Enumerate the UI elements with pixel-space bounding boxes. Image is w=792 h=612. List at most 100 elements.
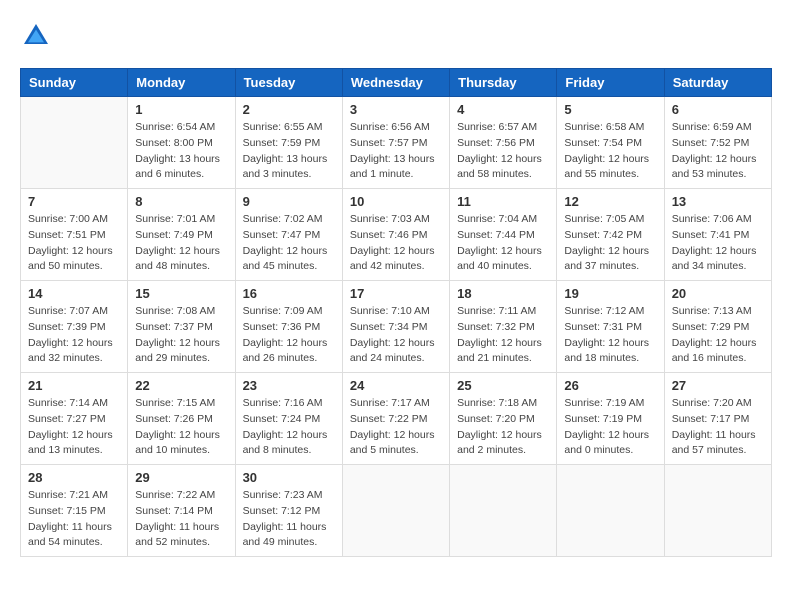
- calendar-cell: 3Sunrise: 6:56 AMSunset: 7:57 PMDaylight…: [342, 97, 449, 189]
- calendar-cell: 14 Sunrise: 7:07 AMSunset: 7:39 PMDayligh…: [21, 281, 128, 373]
- calendar-cell: [450, 465, 557, 557]
- day-number: 7: [28, 194, 120, 209]
- day-info: Sunrise: 7:12 AMSunset: 7:31 PMDaylight:…: [564, 304, 656, 367]
- calendar-cell: 18 Sunrise: 7:11 AMSunset: 7:32 PMDayligh…: [450, 281, 557, 373]
- day-info: Sunrise: 7:15 AMSunset: 7:26 PMDaylight:…: [135, 396, 227, 459]
- day-number: 18: [457, 286, 549, 301]
- day-header-saturday: Saturday: [664, 69, 771, 97]
- calendar-cell: 11 Sunrise: 7:04 AMSunset: 7:44 PMDayligh…: [450, 189, 557, 281]
- day-number: 21: [28, 378, 120, 393]
- day-number: 16: [243, 286, 335, 301]
- day-info: Sunrise: 7:20 AMSunset: 7:17 PMDaylight:…: [672, 396, 764, 459]
- day-info: Sunrise: 7:04 AMSunset: 7:44 PMDaylight:…: [457, 212, 549, 275]
- day-info: Sunrise: 7:21 AMSunset: 7:15 PMDaylight:…: [28, 488, 120, 551]
- day-info: Sunrise: 7:17 AMSunset: 7:22 PMDaylight:…: [350, 396, 442, 459]
- calendar-cell: 12 Sunrise: 7:05 AMSunset: 7:42 PMDayligh…: [557, 189, 664, 281]
- day-info: Sunrise: 7:02 AMSunset: 7:47 PMDaylight:…: [243, 212, 335, 275]
- day-number: 19: [564, 286, 656, 301]
- calendar-cell: 20 Sunrise: 7:13 AMSunset: 7:29 PMDayligh…: [664, 281, 771, 373]
- calendar-cell: 30Sunrise: 7:23 AMSunset: 7:12 PMDayligh…: [235, 465, 342, 557]
- day-number: 6: [672, 102, 764, 117]
- day-number: 9: [243, 194, 335, 209]
- day-header-thursday: Thursday: [450, 69, 557, 97]
- calendar-cell: [21, 97, 128, 189]
- calendar-cell: 2 Sunrise: 6:55 AMSunset: 7:59 PMDaylight…: [235, 97, 342, 189]
- day-info: Sunrise: 7:10 AMSunset: 7:34 PMDaylight:…: [350, 304, 442, 367]
- logo-icon: [20, 20, 52, 52]
- day-number: 22: [135, 378, 227, 393]
- day-info: Sunrise: 7:05 AMSunset: 7:42 PMDaylight:…: [564, 212, 656, 275]
- calendar-cell: 6 Sunrise: 6:59 AMSunset: 7:52 PMDaylight…: [664, 97, 771, 189]
- calendar-cell: 7 Sunrise: 7:00 AMSunset: 7:51 PMDaylight…: [21, 189, 128, 281]
- day-info: Sunrise: 6:58 AMSunset: 7:54 PMDaylight:…: [564, 120, 656, 183]
- day-header-sunday: Sunday: [21, 69, 128, 97]
- day-info: Sunrise: 7:06 AMSunset: 7:41 PMDaylight:…: [672, 212, 764, 275]
- calendar-cell: 19 Sunrise: 7:12 AMSunset: 7:31 PMDayligh…: [557, 281, 664, 373]
- calendar-cell: [557, 465, 664, 557]
- day-header-friday: Friday: [557, 69, 664, 97]
- calendar-cell: 16Sunrise: 7:09 AMSunset: 7:36 PMDayligh…: [235, 281, 342, 373]
- day-info: Sunrise: 7:01 AMSunset: 7:49 PMDaylight:…: [135, 212, 227, 275]
- day-number: 27: [672, 378, 764, 393]
- calendar-cell: 5 Sunrise: 6:58 AMSunset: 7:54 PMDaylight…: [557, 97, 664, 189]
- day-header-monday: Monday: [128, 69, 235, 97]
- calendar-cell: 27 Sunrise: 7:20 AMSunset: 7:17 PMDayligh…: [664, 373, 771, 465]
- calendar-cell: 1 Sunrise: 6:54 AMSunset: 8:00 PMDaylight…: [128, 97, 235, 189]
- calendar-cell: 17 Sunrise: 7:10 AMSunset: 7:34 PMDayligh…: [342, 281, 449, 373]
- day-header-wednesday: Wednesday: [342, 69, 449, 97]
- calendar-cell: 26 Sunrise: 7:19 AMSunset: 7:19 PMDayligh…: [557, 373, 664, 465]
- day-number: 8: [135, 194, 227, 209]
- day-number: 29: [135, 470, 227, 485]
- calendar-week-1: 1 Sunrise: 6:54 AMSunset: 8:00 PMDaylight…: [21, 97, 772, 189]
- calendar-cell: 8 Sunrise: 7:01 AMSunset: 7:49 PMDaylight…: [128, 189, 235, 281]
- calendar-cell: 13 Sunrise: 7:06 AMSunset: 7:41 PMDayligh…: [664, 189, 771, 281]
- calendar-cell: 23Sunrise: 7:16 AMSunset: 7:24 PMDayligh…: [235, 373, 342, 465]
- day-number: 23: [243, 378, 335, 393]
- day-info: Sunrise: 7:14 AMSunset: 7:27 PMDaylight:…: [28, 396, 120, 459]
- day-info: Sunrise: 6:57 AMSunset: 7:56 PMDaylight:…: [457, 120, 549, 183]
- day-number: 13: [672, 194, 764, 209]
- page-header: [20, 20, 772, 52]
- day-info: Sunrise: 6:59 AMSunset: 7:52 PMDaylight:…: [672, 120, 764, 183]
- calendar-cell: 24 Sunrise: 7:17 AMSunset: 7:22 PMDayligh…: [342, 373, 449, 465]
- day-number: 1: [135, 102, 227, 117]
- day-number: 5: [564, 102, 656, 117]
- day-info: Sunrise: 6:56 AMSunset: 7:57 PMDaylight:…: [350, 120, 442, 183]
- day-info: Sunrise: 6:55 AMSunset: 7:59 PMDaylight:…: [243, 120, 335, 183]
- calendar-cell: [664, 465, 771, 557]
- day-number: 12: [564, 194, 656, 209]
- calendar-week-2: 7 Sunrise: 7:00 AMSunset: 7:51 PMDaylight…: [21, 189, 772, 281]
- day-info: Sunrise: 7:08 AMSunset: 7:37 PMDaylight:…: [135, 304, 227, 367]
- day-info: Sunrise: 6:54 AMSunset: 8:00 PMDaylight:…: [135, 120, 227, 183]
- day-number: 2: [243, 102, 335, 117]
- day-number: 4: [457, 102, 549, 117]
- day-number: 20: [672, 286, 764, 301]
- day-info: Sunrise: 7:11 AMSunset: 7:32 PMDaylight:…: [457, 304, 549, 367]
- calendar-week-5: 28Sunrise: 7:21 AMSunset: 7:15 PMDayligh…: [21, 465, 772, 557]
- logo: [20, 20, 56, 52]
- day-info: Sunrise: 7:22 AMSunset: 7:14 PMDaylight:…: [135, 488, 227, 551]
- calendar-cell: 15 Sunrise: 7:08 AMSunset: 7:37 PMDayligh…: [128, 281, 235, 373]
- day-info: Sunrise: 7:00 AMSunset: 7:51 PMDaylight:…: [28, 212, 120, 275]
- calendar-cell: [342, 465, 449, 557]
- day-info: Sunrise: 7:13 AMSunset: 7:29 PMDaylight:…: [672, 304, 764, 367]
- day-number: 15: [135, 286, 227, 301]
- day-number: 10: [350, 194, 442, 209]
- day-info: Sunrise: 7:19 AMSunset: 7:19 PMDaylight:…: [564, 396, 656, 459]
- day-number: 14: [28, 286, 120, 301]
- day-number: 11: [457, 194, 549, 209]
- day-info: Sunrise: 7:23 AMSunset: 7:12 PMDaylight:…: [243, 488, 335, 551]
- day-number: 24: [350, 378, 442, 393]
- day-header-tuesday: Tuesday: [235, 69, 342, 97]
- day-number: 25: [457, 378, 549, 393]
- day-number: 26: [564, 378, 656, 393]
- calendar-week-3: 14 Sunrise: 7:07 AMSunset: 7:39 PMDayligh…: [21, 281, 772, 373]
- calendar-cell: 28Sunrise: 7:21 AMSunset: 7:15 PMDayligh…: [21, 465, 128, 557]
- day-info: Sunrise: 7:03 AMSunset: 7:46 PMDaylight:…: [350, 212, 442, 275]
- calendar-table: SundayMondayTuesdayWednesdayThursdayFrid…: [20, 68, 772, 557]
- day-number: 17: [350, 286, 442, 301]
- calendar-cell: 9 Sunrise: 7:02 AMSunset: 7:47 PMDaylight…: [235, 189, 342, 281]
- calendar-header-row: SundayMondayTuesdayWednesdayThursdayFrid…: [21, 69, 772, 97]
- day-info: Sunrise: 7:07 AMSunset: 7:39 PMDaylight:…: [28, 304, 120, 367]
- calendar-cell: 10 Sunrise: 7:03 AMSunset: 7:46 PMDayligh…: [342, 189, 449, 281]
